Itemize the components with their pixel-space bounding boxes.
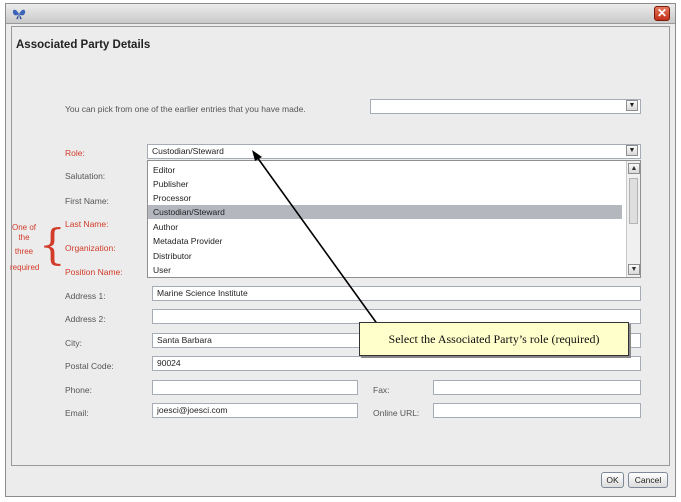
previous-entries-select[interactable]: [370, 99, 641, 114]
picker-prompt: You can pick from one of the earlier ent…: [65, 104, 306, 114]
role-dropdown-list[interactable]: Editor Publisher Processor Custodian/Ste…: [147, 160, 641, 278]
list-item[interactable]: User: [148, 263, 622, 277]
list-item[interactable]: Editor: [148, 163, 622, 177]
email-label: Email:: [65, 408, 89, 418]
online-url-label: Online URL:: [373, 408, 420, 418]
close-button[interactable]: ✕: [654, 6, 670, 21]
salutation-label: Salutation:: [65, 171, 106, 181]
chevron-up-icon[interactable]: ▲: [628, 163, 640, 174]
address1-field[interactable]: Marine Science Institute: [152, 286, 641, 301]
cancel-button[interactable]: Cancel: [628, 472, 668, 488]
phone-field[interactable]: [152, 380, 358, 395]
organization-label: Organization:: [65, 243, 116, 253]
brace-icon: {: [39, 220, 66, 269]
list-item[interactable]: Processor: [148, 191, 622, 205]
chevron-down-icon[interactable]: ▼: [628, 264, 640, 275]
postal-code-field[interactable]: 90024: [152, 356, 641, 371]
email-field[interactable]: joesci@joesci.com: [152, 403, 358, 418]
scrollbar[interactable]: ▲ ▼: [626, 161, 640, 277]
position-name-label: Position Name:: [65, 267, 123, 277]
chevron-down-icon[interactable]: ▼: [626, 145, 638, 156]
title-bar[interactable]: ✕: [6, 4, 675, 24]
required-note-line: the: [18, 233, 30, 242]
online-url-field[interactable]: [433, 403, 641, 418]
list-item[interactable]: Metadata Provider: [148, 234, 622, 248]
list-item[interactable]: Publisher: [148, 177, 622, 191]
ok-button[interactable]: OK: [601, 472, 624, 488]
city-label: City:: [65, 338, 82, 348]
address2-label: Address 2:: [65, 314, 106, 324]
required-note-line: required: [10, 263, 40, 272]
callout-tooltip: Select the Associated Party’s role (requ…: [359, 322, 629, 356]
scroll-thumb[interactable]: [629, 178, 638, 224]
role-label: Role:: [65, 148, 85, 158]
list-item[interactable]: Author: [148, 220, 622, 234]
phone-label: Phone:: [65, 385, 92, 395]
page-title: Associated Party Details: [16, 39, 151, 51]
address1-label: Address 1:: [65, 291, 106, 301]
list-item[interactable]: Distributor: [148, 249, 622, 263]
close-icon: ✕: [656, 6, 668, 20]
butterfly-icon: [12, 9, 26, 20]
list-item-selected[interactable]: Custodian/Steward: [148, 205, 622, 219]
role-select[interactable]: Custodian/Steward: [147, 144, 641, 159]
chevron-down-icon[interactable]: ▼: [626, 100, 638, 111]
required-note-line: One of: [11, 223, 36, 232]
required-note-line: three: [14, 247, 34, 256]
last-name-label: Last Name:: [65, 219, 109, 229]
postal-code-label: Postal Code:: [65, 361, 114, 371]
fax-field[interactable]: [433, 380, 641, 395]
fax-label: Fax:: [373, 385, 390, 395]
first-name-label: First Name:: [65, 196, 109, 206]
